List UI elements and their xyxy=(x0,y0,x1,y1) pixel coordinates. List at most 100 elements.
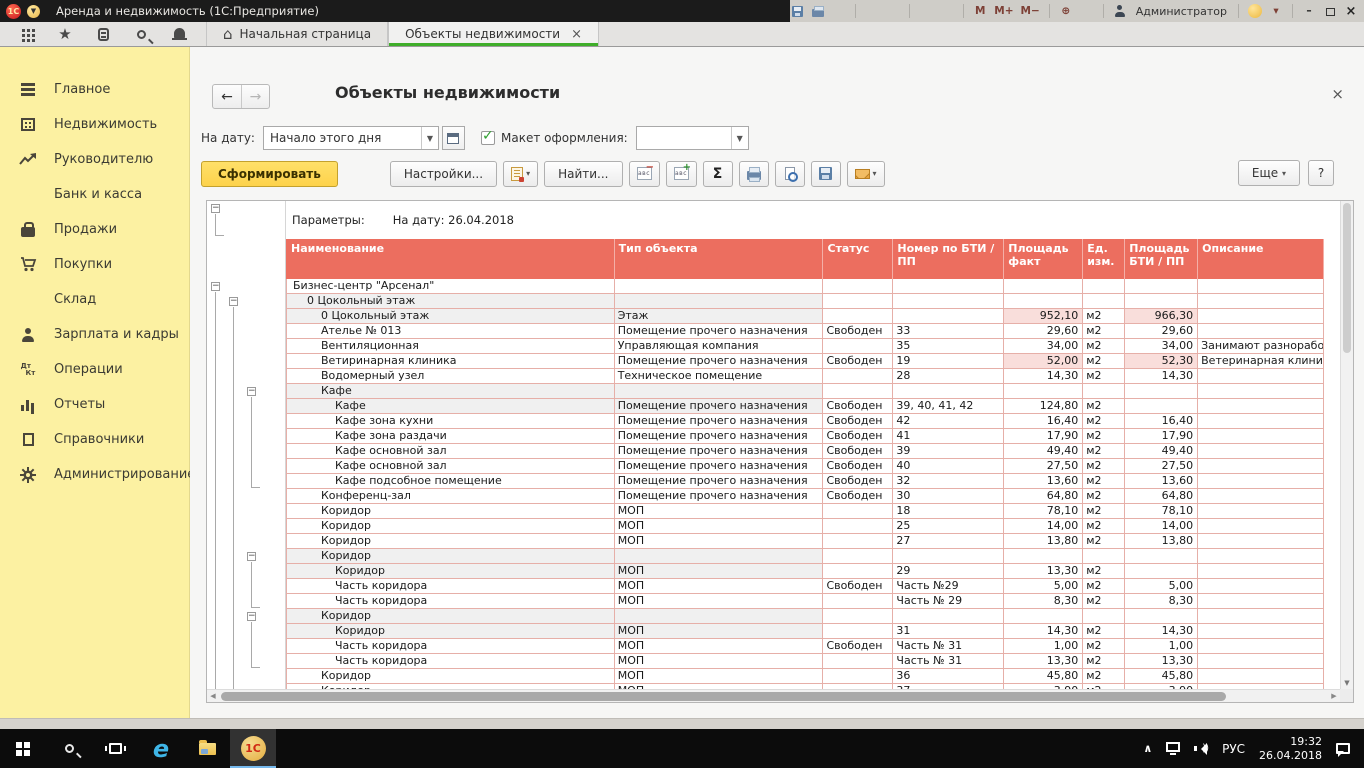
table-row[interactable]: Коридор xyxy=(286,609,1324,624)
sidebar-item-main[interactable]: Главное xyxy=(0,72,189,107)
memory-m-plus-icon[interactable]: M+ xyxy=(994,3,1013,19)
collapse-group-button[interactable]: − xyxy=(211,282,220,291)
forward-button[interactable]: → xyxy=(241,85,269,108)
table-row[interactable]: КафеПомещение прочего назначенияСвободен… xyxy=(286,399,1324,414)
table-row[interactable]: КоридорМОП3114,30м214,30 xyxy=(286,624,1324,639)
layout-dropdown-icon[interactable]: ▼ xyxy=(731,127,748,149)
tab-close-icon[interactable]: × xyxy=(571,27,582,42)
table-row[interactable]: КоридорМОП2514,00м214,00 xyxy=(286,519,1324,534)
save-icon[interactable] xyxy=(790,3,804,19)
table-row[interactable]: 0 Цокольный этажЭтаж952,10м2966,30 xyxy=(286,309,1324,324)
table-row[interactable]: Часть коридораМОПСвободенЧасть № 311,00м… xyxy=(286,639,1324,654)
table-row[interactable]: Кафе основной залПомещение прочего назна… xyxy=(286,444,1324,459)
column-header-7[interactable]: Описание xyxy=(1198,239,1324,279)
scroll-right-icon[interactable]: ▶ xyxy=(1328,692,1340,700)
table-row[interactable]: Конференц-залПомещение прочего назначени… xyxy=(286,489,1324,504)
window-menu-chevron-icon[interactable]: ▼ xyxy=(27,5,40,18)
collapse-group-button[interactable]: − xyxy=(247,552,256,561)
sidebar-item-bank-cash[interactable]: ₽Банк и касса xyxy=(0,177,189,212)
layout-combobox[interactable]: ▼ xyxy=(636,126,749,150)
close-icon[interactable]: × xyxy=(1344,3,1358,19)
calendar-icon[interactable] xyxy=(940,3,954,19)
sidebar-item-catalogs[interactable]: Справочники xyxy=(0,422,189,457)
memory-m-icon[interactable]: M xyxy=(973,3,987,19)
edge-button[interactable]: e xyxy=(138,729,184,768)
column-header-6[interactable]: Площадь БТИ / ПП xyxy=(1125,239,1198,279)
back-button[interactable]: ← xyxy=(213,85,241,108)
table-row[interactable]: КоридорМОП2913,30м2 xyxy=(286,564,1324,579)
generate-button[interactable]: Сформировать xyxy=(201,161,338,187)
column-header-5[interactable]: Ед. изм. xyxy=(1083,239,1125,279)
tab-realty-objects[interactable]: Объекты недвижимости× xyxy=(388,22,599,46)
action-center-icon[interactable] xyxy=(1336,743,1350,754)
table-row[interactable]: Водомерный узелТехническое помещение2814… xyxy=(286,369,1324,384)
zoom-icon[interactable]: ⊕ xyxy=(1059,3,1073,19)
restore-icon[interactable] xyxy=(1323,3,1337,19)
table-row[interactable]: Часть коридораМОПЧасть № 3113,30м213,30 xyxy=(286,654,1324,669)
collapse-group-button[interactable]: − xyxy=(229,297,238,306)
scroll-down-icon[interactable]: ▼ xyxy=(1341,679,1353,687)
table-row[interactable]: Ветиринарная клиникаПомещение прочего на… xyxy=(286,354,1324,369)
print-icon[interactable] xyxy=(811,3,825,19)
table-row[interactable]: ВентиляционнаяУправляющая компания3534,0… xyxy=(286,339,1324,354)
table-row[interactable]: КоридорМОП3645,80м245,80 xyxy=(286,669,1324,684)
taskbar-search-button[interactable] xyxy=(46,729,92,768)
horizontal-scrollbar[interactable]: ◀ ▶ xyxy=(207,689,1340,702)
clock[interactable]: 19:32 26.04.2018 xyxy=(1259,735,1322,762)
table-row[interactable]: КоридорМОП1878,10м278,10 xyxy=(286,504,1324,519)
sidebar-item-operations[interactable]: Дт КтОперации xyxy=(0,352,189,387)
search-icon[interactable] xyxy=(132,25,150,43)
sidebar-item-hr[interactable]: Зарплата и кадры xyxy=(0,317,189,352)
column-header-0[interactable]: Наименование xyxy=(287,239,615,279)
report-variants-button[interactable]: ▾ xyxy=(503,161,538,187)
task-view-button[interactable] xyxy=(92,729,138,768)
table-row[interactable]: Коридор xyxy=(286,549,1324,564)
email-button[interactable]: ▾ xyxy=(847,161,885,187)
table-row[interactable]: Ателье № 013Помещение прочего назначения… xyxy=(286,324,1324,339)
collapse-group-button[interactable]: − xyxy=(247,387,256,396)
1c-app-button[interactable]: 1С xyxy=(230,729,276,768)
vertical-scrollbar[interactable]: ▼ xyxy=(1340,201,1353,689)
column-header-3[interactable]: Номер по БТИ / ПП xyxy=(893,239,1004,279)
sidebar-item-sales[interactable]: Продажи xyxy=(0,212,189,247)
start-button[interactable] xyxy=(0,729,46,768)
print-preview-icon[interactable] xyxy=(832,3,846,19)
sidebar-item-administration[interactable]: Администрирование xyxy=(0,457,189,492)
user-icon[interactable] xyxy=(1113,3,1127,19)
table-row[interactable]: 0 Цокольный этаж xyxy=(286,294,1324,309)
column-header-4[interactable]: Площадь факт xyxy=(1004,239,1083,279)
table-row[interactable]: Кафе зона кухниПомещение прочего назначе… xyxy=(286,414,1324,429)
layout-checkbox[interactable] xyxy=(481,131,495,145)
follow-link-icon[interactable] xyxy=(886,3,900,19)
page-close-icon[interactable]: × xyxy=(1331,85,1344,103)
file-explorer-button[interactable] xyxy=(184,729,230,768)
info-chevron-icon[interactable]: ▾ xyxy=(1269,3,1283,19)
find-button[interactable]: Найти... xyxy=(544,161,622,187)
table-row[interactable]: Часть коридораМОПЧасть № 298,30м28,30 xyxy=(286,594,1324,609)
expand-groups-button[interactable]: авс+ xyxy=(666,161,697,187)
collapse-parameters-button[interactable]: − xyxy=(211,204,220,213)
collapse-group-button[interactable]: − xyxy=(247,612,256,621)
save-button[interactable] xyxy=(811,161,841,187)
vertical-scrollbar-thumb[interactable] xyxy=(1343,203,1351,353)
date-filter-combobox[interactable]: Начало этого дня ▼ xyxy=(263,126,439,150)
info-icon[interactable] xyxy=(1248,3,1262,19)
scroll-left-icon[interactable]: ◀ xyxy=(207,692,219,700)
split-window-icon[interactable] xyxy=(1080,3,1094,19)
help-button[interactable]: ? xyxy=(1308,160,1334,186)
date-filter-dropdown-icon[interactable]: ▼ xyxy=(421,127,438,149)
apps-menu-icon[interactable] xyxy=(18,25,36,43)
history-icon[interactable] xyxy=(94,25,112,43)
get-link-icon[interactable] xyxy=(865,3,879,19)
notifications-icon[interactable] xyxy=(170,25,188,43)
minimize-icon[interactable]: – xyxy=(1302,3,1316,19)
sidebar-item-purchases[interactable]: Покупки xyxy=(0,247,189,282)
print-preview-button[interactable] xyxy=(775,161,805,187)
volume-control[interactable]: )) xyxy=(1194,743,1208,755)
totals-button[interactable]: Σ xyxy=(703,161,733,187)
settings-button[interactable]: Настройки... xyxy=(390,161,497,187)
sidebar-item-realty[interactable]: Недвижимость xyxy=(0,107,189,142)
hidden-icons-chevron-icon[interactable]: ∧ xyxy=(1143,742,1152,755)
table-row[interactable]: Часть коридораМОПСвободенЧасть №295,00м2… xyxy=(286,579,1324,594)
sidebar-item-manager[interactable]: Руководителю xyxy=(0,142,189,177)
